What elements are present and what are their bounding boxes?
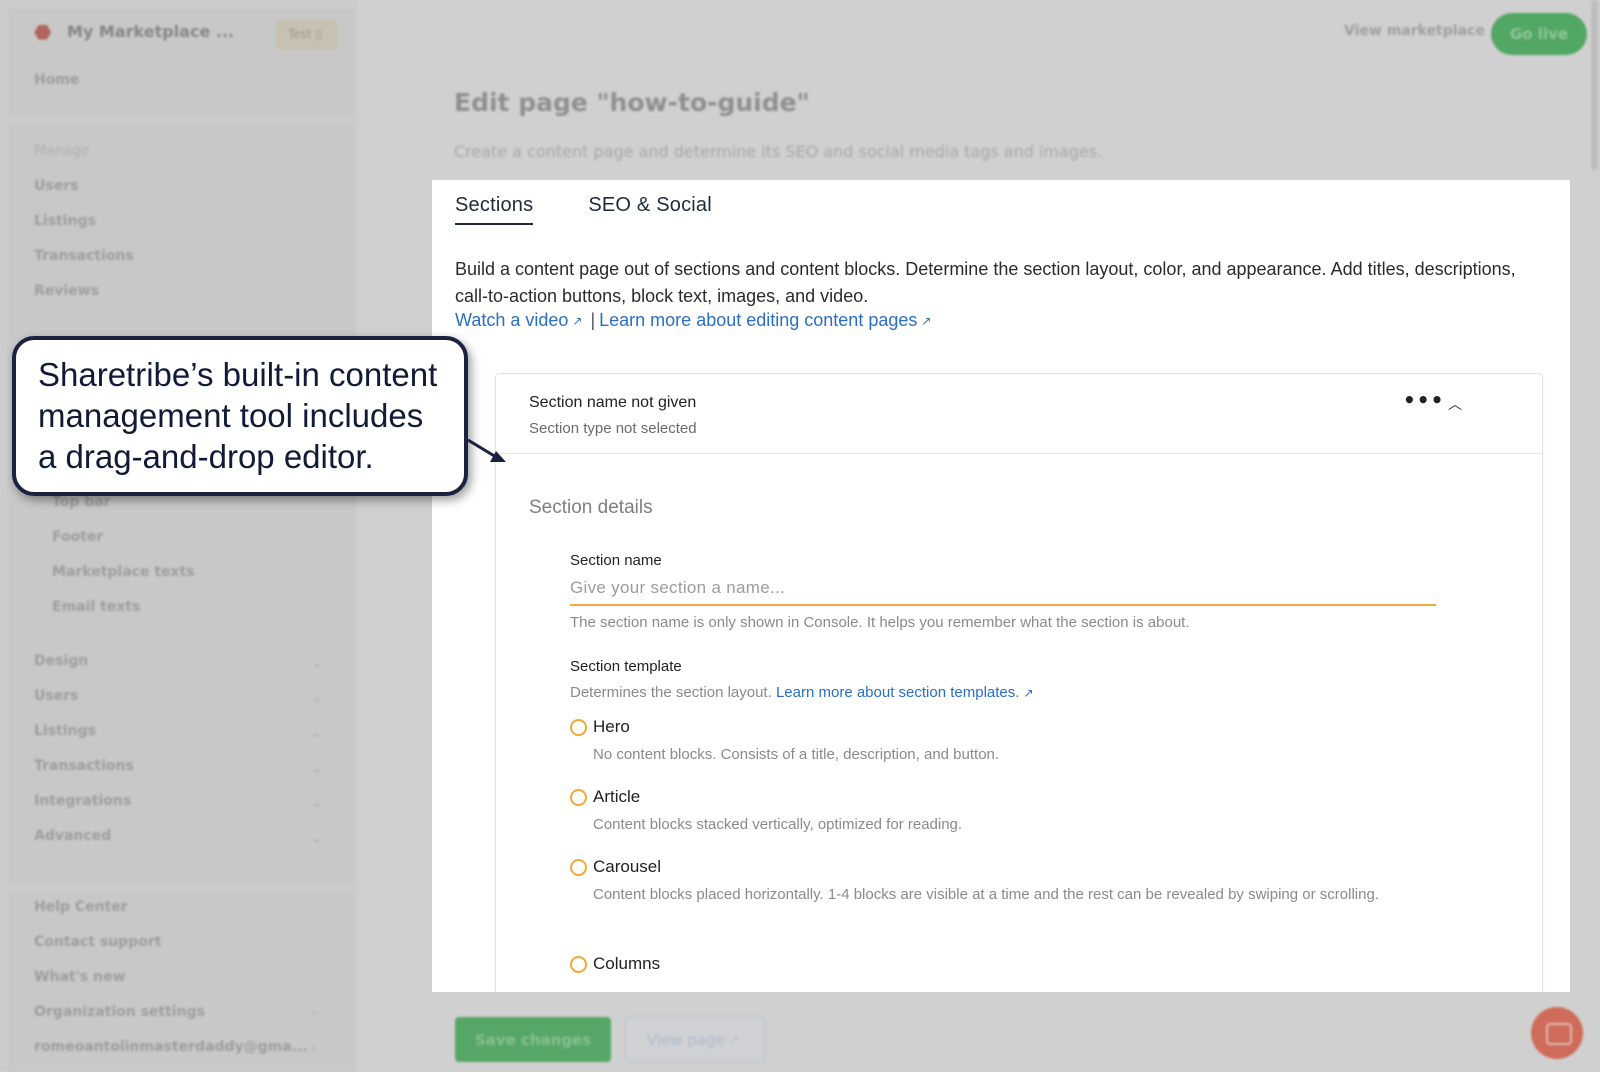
sharetribe-logo-icon: ⬣ [34, 20, 52, 44]
chevron-down-icon: ⌄ [312, 726, 323, 740]
sidebar-heading-manage: Manage [34, 143, 90, 159]
callout-text: Sharetribe’s built-in content management… [38, 356, 438, 475]
template-description: Content blocks stacked vertically, optim… [593, 816, 963, 833]
section-name-label: Section name [570, 552, 662, 569]
sidebar-item-help-center[interactable]: Help Center [34, 899, 128, 915]
sidebar-item-marketplace-texts[interactable]: Marketplace texts [52, 564, 195, 580]
radio-button[interactable] [570, 718, 587, 736]
intro-text: Build a content page out of sections and… [455, 259, 1516, 306]
sidebar-item-organization-settings[interactable]: Organization settings [34, 1004, 205, 1020]
chevron-down-icon: ⌄ [312, 691, 323, 705]
section-details-title: Section details [529, 497, 653, 518]
chevron-down-icon: ⌄ [312, 761, 323, 775]
chevron-down-icon: ⌄ [312, 796, 323, 810]
template-label: Carousel [593, 857, 662, 876]
environment-badge-label: Test [288, 27, 312, 41]
view-page-button[interactable]: View page ↗ [625, 1017, 765, 1062]
sidebar-group-design[interactable]: Design [34, 653, 88, 669]
editor-tabs: Sections SEO & Social [455, 194, 712, 225]
radio-button[interactable] [570, 858, 587, 876]
section-card-header[interactable]: Section name not given Section type not … [496, 374, 1542, 454]
link-separator: | [590, 310, 596, 330]
section-name-input[interactable] [570, 572, 1436, 606]
view-marketplace-link[interactable]: View marketplace [1344, 23, 1485, 39]
intro-links: Watch a video ↗ | Learn more about editi… [455, 310, 935, 331]
callout-box: Sharetribe’s built-in content management… [12, 336, 468, 496]
sidebar-group-listings[interactable]: Listings [34, 723, 96, 739]
template-option-article[interactable]: Article [570, 787, 640, 807]
content-editor-panel: Sections SEO & Social Build a content pa… [432, 180, 1570, 992]
template-label: Hero [593, 717, 630, 736]
template-description: No content blocks. Consists of a title, … [593, 746, 1000, 763]
save-changes-button[interactable]: Save changes [455, 1017, 611, 1062]
go-live-button[interactable]: Go live [1491, 13, 1587, 55]
template-label: Article [593, 787, 641, 806]
sidebar-item-reviews[interactable]: Reviews [34, 283, 99, 299]
section-card: Section name not given Section type not … [495, 373, 1543, 992]
sidebar-item-contact-support[interactable]: Contact support [34, 934, 161, 950]
page-title: Edit page "how-to-guide" [454, 88, 810, 117]
chevron-up-icon[interactable]: ︿ [1448, 394, 1462, 414]
section-template-label: Section template [570, 658, 682, 675]
page-scrollbar[interactable] [1591, 0, 1598, 170]
section-template-hint-text: Determines the section layout. [570, 684, 772, 701]
marketplace-name[interactable]: My Marketplace ... [67, 22, 234, 41]
page: ⬣ My Marketplace ... Test ▯ Home Manage … [0, 0, 1600, 1072]
sidebar-item-whats-new[interactable]: What's new [34, 969, 125, 985]
template-option-carousel[interactable]: Carousel [570, 857, 661, 877]
template-label: Columns [593, 954, 661, 973]
view-page-label: View page [647, 1030, 725, 1049]
sidebar-group-integrations[interactable]: Integrations [34, 793, 131, 809]
sidebar-group-users[interactable]: Users [34, 688, 78, 704]
sidebar-item-footer[interactable]: Footer [52, 529, 103, 545]
external-link-icon: ↗ [1023, 686, 1034, 700]
external-link-icon: ↗ [572, 313, 583, 328]
chevron-right-icon: › [312, 1041, 317, 1055]
section-template-hint: Determines the section layout. Learn mor… [570, 684, 1038, 701]
page-subtitle: Create a content page and determine its … [454, 142, 1103, 161]
chevron-down-icon: ⌄ [312, 831, 323, 845]
watch-video-link[interactable]: Watch a video [455, 310, 568, 331]
radio-button[interactable] [570, 955, 587, 973]
section-type-display: Section type not selected [529, 420, 697, 437]
sidebar-group-advanced[interactable]: Advanced [34, 828, 111, 844]
sidebar-item-account[interactable]: romeoantolinmasterdaddy@gma... [34, 1039, 308, 1055]
template-option-hero[interactable]: Hero [570, 717, 630, 737]
callout-arrow-icon [467, 438, 506, 462]
chevron-right-icon: › [312, 1006, 317, 1020]
sidebar-item-users[interactable]: Users [34, 178, 78, 194]
sidebar-item-transactions[interactable]: Transactions [34, 248, 134, 264]
template-description: Content blocks placed horizontally. 1-4 … [593, 886, 1379, 903]
environment-badge[interactable]: Test ▯ [276, 20, 338, 50]
sidebar-group-transactions[interactable]: Transactions [34, 758, 134, 774]
sidebar-item-home[interactable]: Home [34, 72, 79, 88]
more-options-icon[interactable]: ••• [1403, 388, 1444, 412]
sidebar-item-top-bar[interactable]: Top bar [52, 494, 111, 510]
section-name-hint: The section name is only shown in Consol… [570, 614, 1190, 631]
sidebar-item-listings[interactable]: Listings [34, 213, 96, 229]
external-link-icon: ↗ [728, 1032, 739, 1047]
section-name-display: Section name not given [529, 394, 697, 411]
template-option-columns[interactable]: Columns [570, 954, 660, 974]
chevron-down-icon: ⌄ [312, 656, 323, 670]
external-link-icon: ↗ [921, 313, 932, 328]
chat-support-button[interactable] [1531, 1007, 1583, 1059]
learn-more-content-pages-link[interactable]: Learn more about editing content pages [599, 310, 917, 331]
radio-button[interactable] [570, 788, 587, 806]
sidebar-item-email-texts[interactable]: Email texts [52, 599, 140, 615]
tab-sections[interactable]: Sections [455, 194, 534, 225]
section-templates-link[interactable]: Learn more about section templates. [776, 684, 1019, 701]
tab-seo-social[interactable]: SEO & Social [588, 194, 712, 225]
sidebar: ⬣ My Marketplace ... Test ▯ Home Manage … [0, 0, 358, 1072]
